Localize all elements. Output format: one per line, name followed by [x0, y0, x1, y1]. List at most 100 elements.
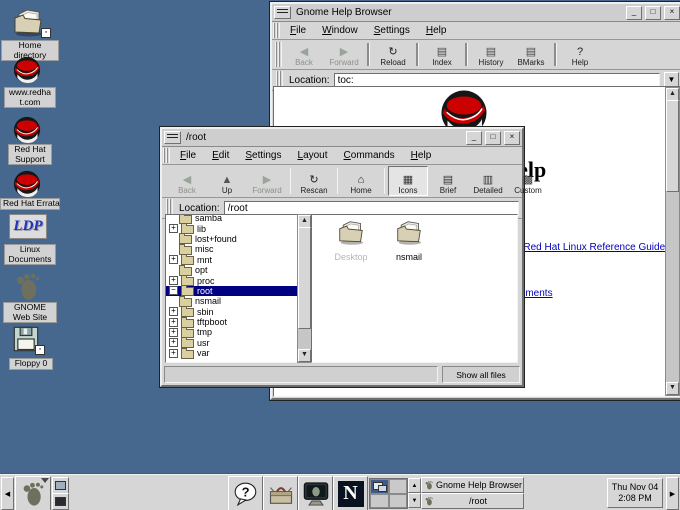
desktop-icon-label[interactable]: www.redhat.com [4, 87, 56, 108]
applet-button-bottom[interactable] [52, 493, 69, 510]
minimize-button[interactable]: _ [626, 6, 642, 20]
tree-item[interactable]: + tmp [166, 327, 298, 337]
tree-item[interactable]: samba [166, 214, 298, 223]
desktop-icon-home-directory[interactable]: ▫ [8, 8, 48, 43]
desktop-icon-label[interactable]: Floppy 0 [9, 358, 53, 370]
expand-plus-icon[interactable]: + [169, 307, 178, 316]
scroll-thumb[interactable] [298, 227, 311, 329]
tree-item[interactable]: + proc [166, 275, 298, 285]
tree-item[interactable]: + mnt [166, 255, 298, 265]
expand-plus-icon[interactable]: + [169, 328, 178, 337]
terminal-launcher[interactable] [298, 476, 333, 510]
pager-desk-3[interactable] [370, 494, 389, 509]
back-button[interactable]: ◀ Back [167, 166, 207, 196]
menu-help[interactable]: Help [418, 24, 455, 38]
menu-file[interactable]: File [282, 24, 314, 38]
history-button[interactable]: ▤ History [471, 41, 511, 68]
expand-plus-icon[interactable]: + [169, 338, 178, 347]
detailed-view-button[interactable]: ▥ Detailed [468, 166, 508, 196]
menu-edit[interactable]: Edit [204, 149, 237, 163]
minimize-button[interactable]: _ [466, 131, 482, 145]
tree-item[interactable]: + usr [166, 338, 298, 348]
netscape-launcher[interactable]: N [333, 476, 368, 510]
tree-item[interactable]: opt [166, 265, 298, 275]
tasklist-down-button[interactable]: ▼ [408, 493, 421, 508]
desktop-icon-gnome-web-site[interactable] [15, 271, 40, 306]
desktop-icon-linux-documents[interactable]: LDP [9, 214, 47, 239]
scroll-down-icon[interactable]: ▼ [666, 382, 679, 395]
menu-help[interactable]: Help [403, 149, 440, 163]
help-launcher[interactable] [228, 476, 263, 510]
expand-plus-icon[interactable]: + [169, 318, 178, 327]
file-item-nsmail[interactable]: nsmail [381, 220, 437, 262]
bar-grip[interactable] [273, 23, 280, 38]
tree-item[interactable]: misc [166, 244, 298, 254]
close-button[interactable]: × [664, 6, 680, 20]
pager-desk-1[interactable] [370, 479, 389, 494]
main-menu-button[interactable] [15, 476, 51, 510]
pager-desk-2[interactable] [389, 479, 408, 494]
menu-settings[interactable]: Settings [237, 149, 289, 163]
up-button[interactable]: ▲ Up [207, 166, 247, 196]
reload-button[interactable]: ↻ Reload [373, 41, 413, 68]
tree-item[interactable]: lost+found [166, 234, 298, 244]
rescan-button[interactable]: ↻ Rescan [294, 166, 334, 196]
help-button[interactable]: ? Help [560, 41, 600, 68]
icons-view-button[interactable]: ▦ Icons [388, 166, 428, 196]
tree-item[interactable]: nsmail [166, 296, 298, 306]
tree-item[interactable]: + tftpboot [166, 317, 298, 327]
pager-desk-4[interactable] [389, 494, 408, 509]
expand-plus-icon[interactable]: + [169, 224, 178, 233]
desktop-icon-www-redhat-com[interactable] [13, 56, 41, 89]
tree-scrollbar[interactable]: ▲ ▼ [297, 214, 312, 363]
menu-settings[interactable]: Settings [366, 24, 418, 38]
task-button-help-browser[interactable]: Gnome Help Browser [421, 477, 524, 493]
bar-grip[interactable] [275, 42, 282, 67]
bmarks-button[interactable]: ▤ BMarks [511, 41, 551, 68]
collapse-minus-icon[interactable]: − [169, 286, 178, 295]
expand-plus-icon[interactable]: + [169, 276, 178, 285]
applet-button-top[interactable] [52, 477, 69, 494]
tree-item-selected[interactable]: − root [166, 286, 298, 296]
back-button[interactable]: ◀ Back [284, 41, 324, 68]
reference-guide-link[interactable]: Red Hat Linux Reference Guide [523, 242, 665, 253]
close-button[interactable]: × [504, 131, 520, 145]
panel-hide-left-button[interactable]: ◀ [1, 477, 14, 510]
window-menu-icon[interactable] [274, 6, 291, 19]
tree-item[interactable]: + lib [166, 223, 298, 233]
menu-window[interactable]: Window [314, 24, 366, 38]
expand-plus-icon[interactable]: + [169, 255, 178, 264]
menu-commands[interactable]: Commands [336, 149, 403, 163]
forward-button[interactable]: ▶ Forward [247, 166, 287, 196]
fm-titlebar[interactable]: /root _ □ × [162, 129, 522, 147]
tasklist-up-button[interactable]: ▲ [408, 478, 421, 493]
maximize-button[interactable]: □ [485, 131, 501, 145]
forward-button[interactable]: ▶ Forward [324, 41, 364, 68]
brief-view-button[interactable]: ▤ Brief [428, 166, 468, 196]
desktop-icon-label[interactable]: Linux Documents [4, 244, 56, 265]
maximize-button[interactable]: □ [645, 6, 661, 20]
scroll-thumb[interactable] [666, 100, 679, 192]
desktop-icon-label[interactable]: Red Hat Errata [0, 198, 60, 210]
tree-item[interactable]: + sbin [166, 307, 298, 317]
config-tool-launcher[interactable] [263, 476, 298, 510]
custom-view-button[interactable]: ▩ Custom [508, 166, 548, 196]
desktop-icon-label[interactable]: GNOME Web Site [3, 302, 57, 323]
help-scrollbar[interactable]: ▲ ▼ [665, 87, 680, 396]
index-button[interactable]: ▤ Index [422, 41, 462, 68]
task-button-root[interactable]: /root [421, 493, 524, 509]
window-menu-icon[interactable] [164, 131, 181, 144]
desktop-icon-floppy-0[interactable]: ▫ [11, 325, 41, 358]
expand-plus-icon[interactable]: + [169, 349, 178, 358]
file-icon-pane[interactable]: Desktop nsmail [311, 214, 518, 363]
bar-grip[interactable] [163, 148, 170, 163]
home-button[interactable]: ⌂ Home [341, 166, 381, 196]
panel-hide-right-button[interactable]: ▶ [666, 477, 679, 510]
menu-layout[interactable]: Layout [290, 149, 336, 163]
clock-applet[interactable]: Thu Nov 04 2:08 PM [607, 478, 663, 508]
desktop-icon-label[interactable]: Red Hat Support [8, 144, 52, 165]
menu-file[interactable]: File [172, 149, 204, 163]
file-item-desktop[interactable]: Desktop [323, 220, 379, 262]
tree-item[interactable]: + var [166, 348, 298, 358]
scroll-down-icon[interactable]: ▼ [298, 349, 311, 362]
